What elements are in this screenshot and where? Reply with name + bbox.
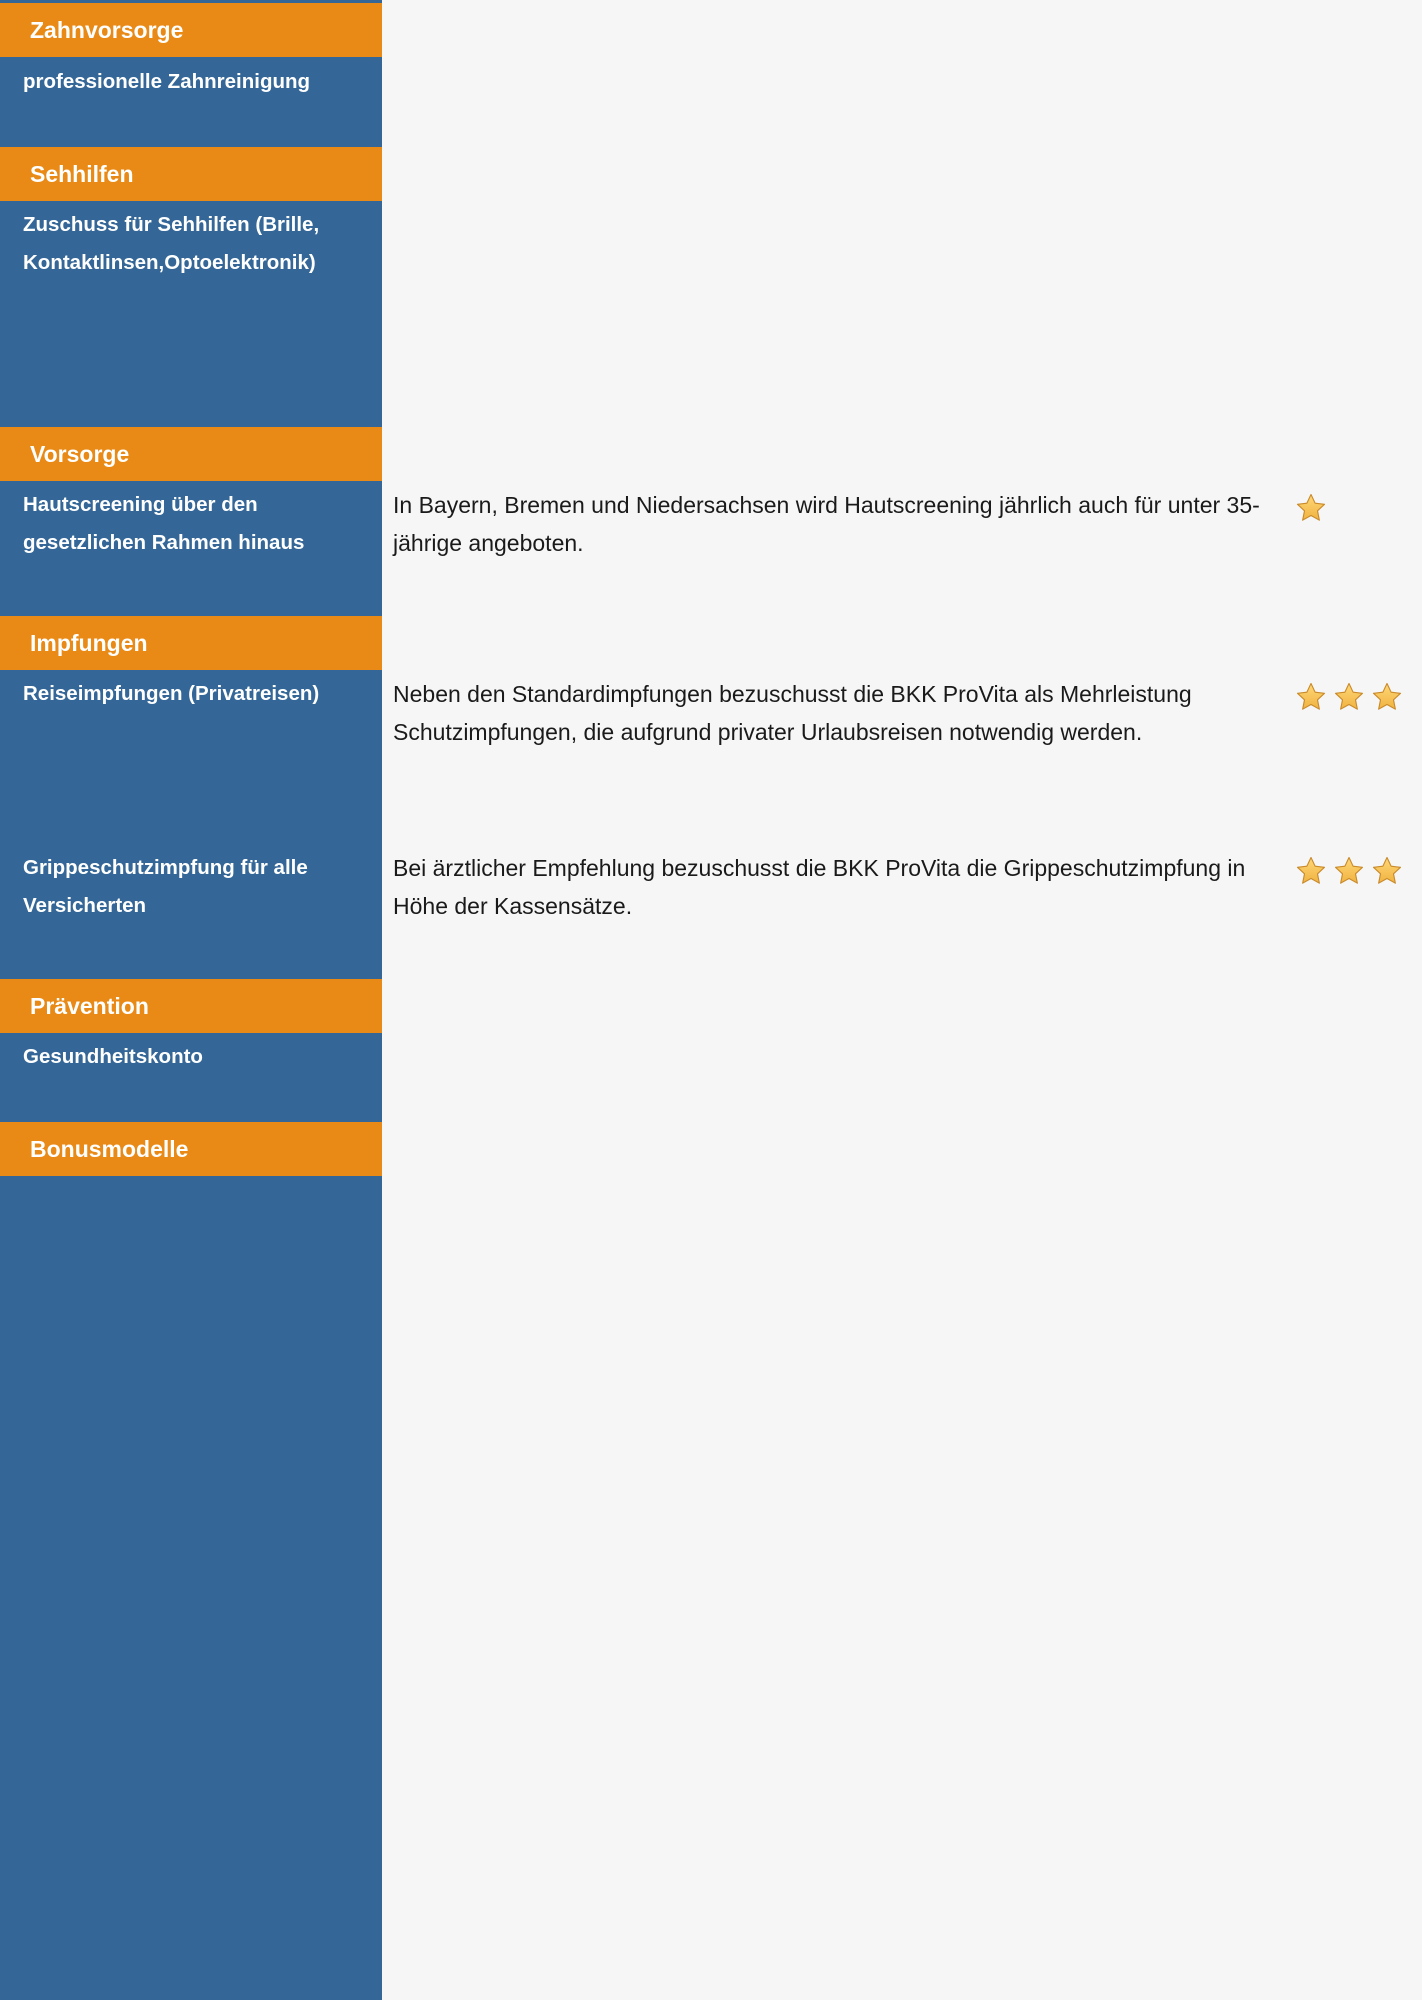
star-icon [1332, 854, 1366, 888]
item-description-reiseimpfungen: Neben den Standardimpfungen bezuschusst … [393, 681, 1192, 745]
sidebar: Zahnvorsorge professionelle Zahnreinigun… [0, 0, 382, 2000]
item-description-hautscreening: In Bayern, Bremen und Niedersachsen wird… [393, 492, 1260, 556]
category-title: Impfungen [30, 629, 148, 656]
category-header-praevention: Prävention [0, 979, 382, 1033]
item-label-gesundheitskonto: Gesundheitskonto [23, 1045, 203, 1068]
category-title: Vorsorge [30, 440, 130, 467]
category-title: Zahnvorsorge [30, 16, 184, 43]
item-label-grippeschutzimpfung: Grippeschutzimpfung für alle Versicherte… [23, 856, 308, 917]
category-header-vorsorge: Vorsorge [0, 427, 382, 481]
star-icon [1370, 854, 1404, 888]
item-description-grippeschutzimpfung: Bei ärztlicher Empfehlung bezuschusst di… [393, 855, 1246, 919]
star-icon [1294, 491, 1328, 525]
star-icon [1294, 680, 1328, 714]
item-label-reiseimpfungen: Reiseimpfungen (Privatreisen) [23, 682, 320, 705]
rating-reiseimpfungen [1294, 680, 1404, 714]
category-header-bonusmodelle: Bonusmodelle [0, 1122, 382, 1176]
star-icon [1294, 854, 1328, 888]
category-header-sehhilfen: Sehhilfen [0, 147, 382, 201]
category-title: Bonusmodelle [30, 1135, 189, 1162]
category-header-zahnvorsorge: Zahnvorsorge [0, 3, 382, 57]
page: Zahnvorsorge professionelle Zahnreinigun… [0, 0, 1422, 2000]
category-header-impfungen: Impfungen [0, 616, 382, 670]
star-icon [1370, 680, 1404, 714]
item-label-zahnreinigung: professionelle Zahnreinigung [23, 70, 311, 93]
category-title: Sehhilfen [30, 160, 134, 187]
item-label-sehhilfen: Zuschuss für Sehhilfen (Brille, Kontaktl… [23, 213, 320, 274]
star-icon [1332, 680, 1366, 714]
rating-grippeschutzimpfung [1294, 854, 1404, 888]
rating-hautscreening [1294, 491, 1328, 525]
content-area [382, 0, 1422, 2000]
item-label-hautscreening: Hautscreening über den gesetzlichen Rahm… [23, 493, 305, 554]
category-title: Prävention [30, 992, 149, 1019]
